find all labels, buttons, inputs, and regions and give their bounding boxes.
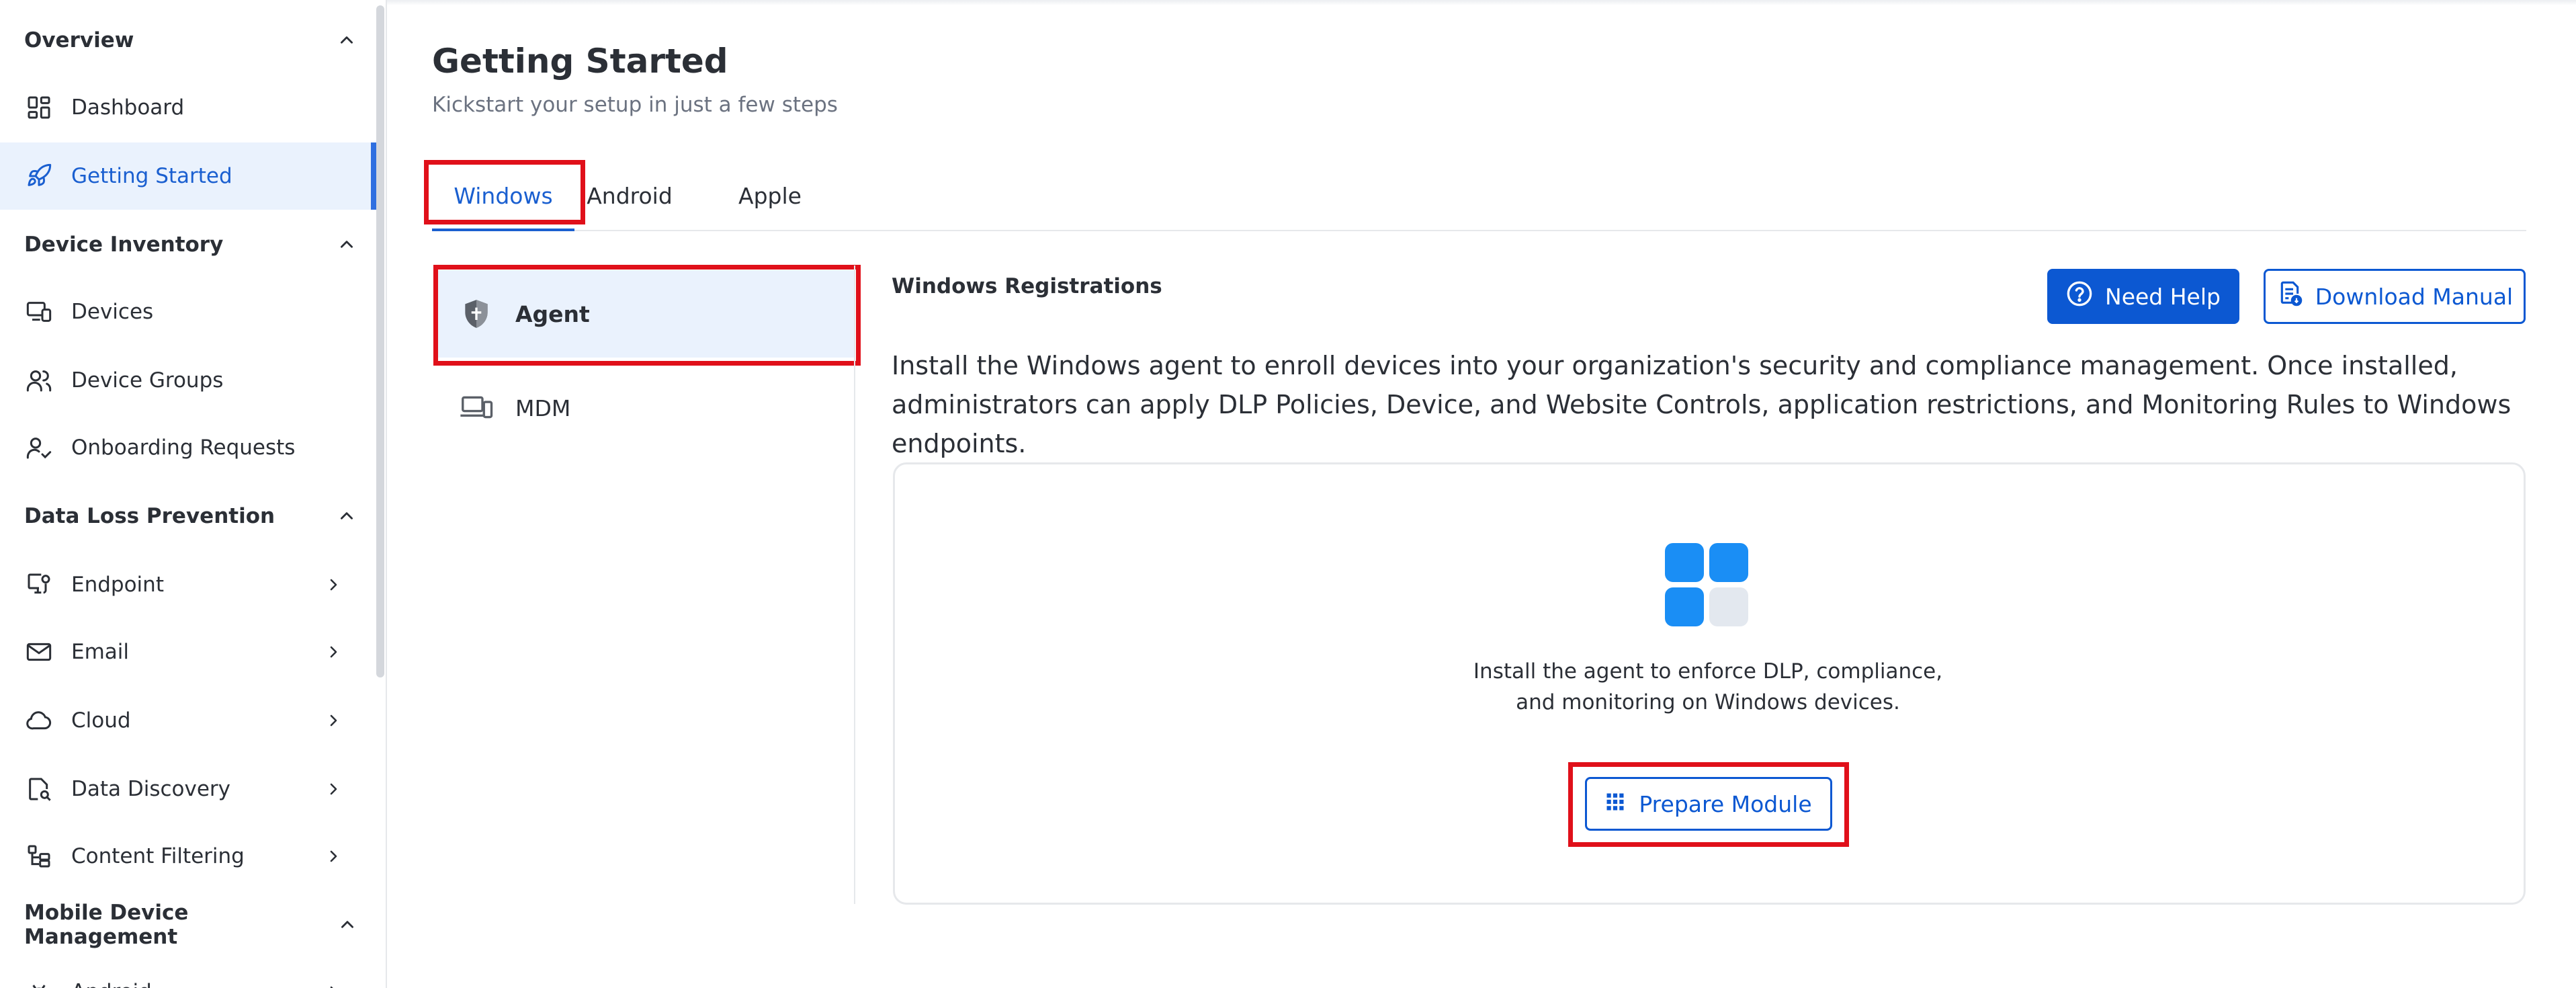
section-mdm[interactable]: Mobile Device Management (24, 901, 360, 949)
sidebar-item-label: Device Groups (71, 368, 224, 393)
android-icon (24, 977, 54, 988)
card-line-1: Install the agent to enforce DLP, compli… (1473, 659, 1943, 684)
rocket-icon (24, 161, 54, 191)
content-title: Windows Registrations (892, 274, 1162, 298)
sidebar-item-label: Cloud (71, 708, 131, 733)
section-overview[interactable]: Overview (24, 20, 360, 60)
tab-android[interactable]: Android (581, 161, 678, 230)
devices-icon (24, 297, 54, 327)
sidebar-item-content-filtering[interactable]: Content Filtering (0, 823, 376, 890)
page-subtitle: Kickstart your setup in just a few steps (432, 93, 838, 117)
tree-structure-icon (24, 841, 54, 871)
subnav-item-mdm[interactable]: MDM (437, 364, 854, 452)
sidebar-item-label: Android (71, 980, 320, 988)
prepare-module-button[interactable]: Prepare Module (1585, 777, 1832, 831)
sidebar-item-data-discovery[interactable]: Data Discovery (0, 755, 376, 823)
section-dlp[interactable]: Data Loss Prevention (24, 496, 360, 536)
sidebar-item-label: Content Filtering (71, 844, 245, 868)
mail-icon (24, 637, 54, 667)
sidebar-item-label: Devices (71, 300, 154, 324)
prepare-module-label: Prepare Module (1639, 790, 1812, 817)
chevron-right-icon (320, 843, 347, 870)
laptop-phone-icon (458, 389, 495, 427)
chevron-up-icon[interactable] (333, 231, 360, 258)
users-icon (24, 366, 54, 395)
subnav-item-agent[interactable]: Agent (437, 270, 854, 358)
subnav-item-label: MDM (515, 395, 571, 421)
section-device-inventory[interactable]: Device Inventory (24, 224, 360, 265)
tab-apple[interactable]: Apple (730, 161, 810, 230)
chevron-up-icon[interactable] (333, 27, 360, 54)
sidebar-item-android[interactable]: Android (0, 958, 376, 988)
sidebar-item-cloud[interactable]: Cloud (0, 687, 376, 754)
chevron-right-icon (320, 776, 347, 802)
sidebar-item-dashboard[interactable]: Dashboard (0, 74, 376, 141)
chevron-right-icon (320, 979, 347, 988)
sidebar-item-getting-started[interactable]: Getting Started (0, 142, 376, 210)
section-dlp-label: Data Loss Prevention (24, 504, 275, 528)
chevron-right-icon (320, 639, 347, 665)
chevron-up-icon[interactable] (333, 503, 360, 530)
sidebar-item-email[interactable]: Email (0, 618, 376, 686)
file-search-icon (24, 774, 54, 804)
monitor-settings-icon (24, 570, 54, 600)
sidebar-item-devices[interactable]: Devices (0, 278, 376, 345)
section-overview-label: Overview (24, 28, 134, 52)
page-title: Getting Started (432, 42, 728, 81)
platform-tabs: Windows Android Apple (432, 161, 2526, 231)
need-help-button[interactable]: Need Help (2047, 269, 2239, 324)
sidebar-scrollbar[interactable] (376, 5, 384, 677)
tab-windows[interactable]: Windows (432, 161, 574, 231)
description-text: Install the Windows agent to enroll devi… (892, 351, 2511, 458)
grid-dots-icon (1605, 791, 1625, 817)
sidebar-item-label: Data Discovery (71, 777, 231, 801)
user-check-icon (24, 433, 54, 462)
card-line-2: and monitoring on Windows devices. (1516, 690, 1900, 714)
download-manual-button[interactable]: Download Manual (2264, 269, 2526, 324)
section-mdm-label: Mobile Device Management (24, 901, 189, 949)
sidebar: Overview Dashboard Getting Started Devic… (0, 0, 376, 988)
sidebar-item-label: Onboarding Requests (71, 436, 296, 460)
app-grid-icon (1665, 543, 1750, 628)
section-device-inventory-label: Device Inventory (24, 233, 224, 257)
download-manual-label: Download Manual (2315, 283, 2514, 310)
subnav-divider (854, 265, 855, 904)
document-download-icon (2276, 280, 2303, 313)
sidebar-divider (386, 0, 387, 988)
chevron-right-icon (320, 707, 347, 734)
cloud-icon (24, 706, 54, 735)
sidebar-item-label: Getting Started (71, 164, 232, 188)
shield-icon (458, 295, 495, 333)
chevron-up-icon[interactable] (335, 911, 360, 938)
sidebar-item-onboarding-requests[interactable]: Onboarding Requests (0, 414, 376, 481)
chevron-right-icon (320, 571, 347, 598)
card-message: Install the agent to enforce DLP, compli… (1411, 656, 2005, 718)
top-bar-shadow (387, 0, 2576, 5)
help-circle-icon (2066, 280, 2093, 313)
dashboard-icon (24, 93, 54, 122)
sidebar-item-endpoint[interactable]: Endpoint (0, 551, 376, 618)
sidebar-item-device-groups[interactable]: Device Groups (0, 347, 376, 414)
subnav-item-label: Agent (515, 300, 590, 327)
sidebar-item-label: Endpoint (71, 573, 164, 597)
need-help-label: Need Help (2105, 283, 2221, 310)
sidebar-item-label: Dashboard (71, 95, 185, 120)
sidebar-item-label: Email (71, 640, 130, 664)
